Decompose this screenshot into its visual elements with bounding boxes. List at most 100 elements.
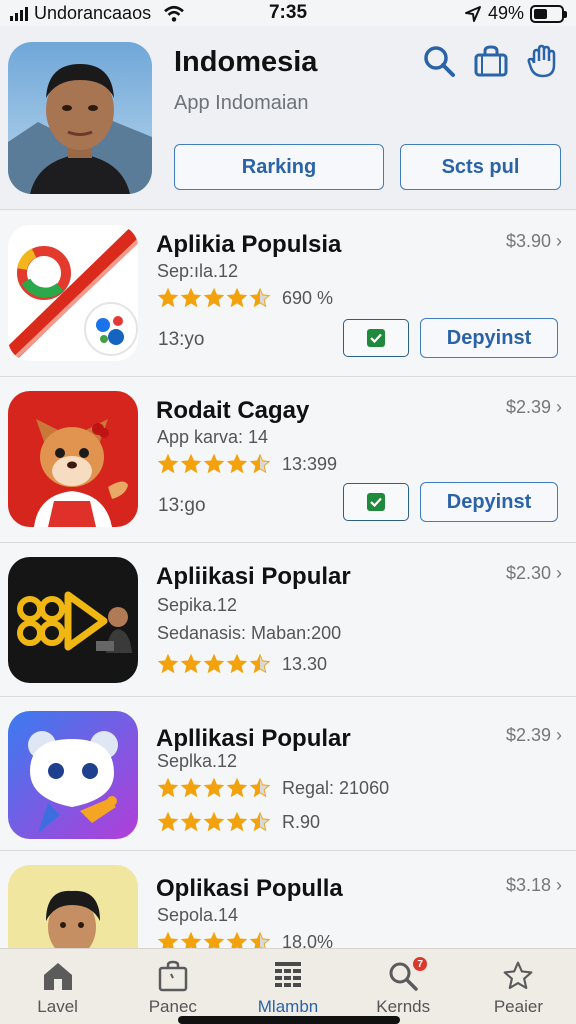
star-icon bbox=[226, 811, 248, 832]
app-name: Aplikia Populsia bbox=[156, 231, 342, 258]
star-icon bbox=[502, 959, 534, 993]
ranking-button[interactable]: Rarking bbox=[174, 144, 384, 190]
check-icon bbox=[367, 493, 385, 511]
update-time: 13:yo bbox=[158, 329, 205, 350]
hand-icon[interactable] bbox=[524, 42, 562, 80]
profile-avatar[interactable] bbox=[8, 42, 152, 194]
star-icon bbox=[249, 453, 271, 474]
wifi-icon bbox=[164, 5, 184, 22]
star-icon bbox=[226, 777, 248, 798]
search-icon: 7 bbox=[387, 957, 428, 993]
app-price: $2.30 › bbox=[505, 563, 562, 583]
location-icon bbox=[464, 5, 481, 22]
grid-icon bbox=[273, 959, 303, 993]
rating-text: Regal: 21060 bbox=[282, 777, 390, 798]
star-icon bbox=[157, 811, 179, 832]
tab-mlambn[interactable]: Mlambn bbox=[230, 949, 345, 1024]
notification-badge: 7 bbox=[413, 957, 428, 971]
status-right: 49% bbox=[464, 3, 567, 24]
installed-checkbox[interactable] bbox=[343, 319, 409, 357]
tab-bar: Lavel Panec Mlambn 7 Kernds Peaier bbox=[0, 948, 576, 1024]
star-icon bbox=[203, 287, 225, 308]
star-icon bbox=[226, 287, 248, 308]
rating-stars-secondary: R.90 bbox=[157, 811, 320, 833]
tab-kernds[interactable]: 7 Kernds bbox=[346, 949, 461, 1024]
home-indicator bbox=[178, 1016, 400, 1024]
list-item[interactable]: Apliikasi Popular $2.30 › Sepika.12 Seda… bbox=[0, 543, 576, 697]
rating-text: 13.30 bbox=[282, 653, 328, 674]
app-version: App karva: 14 bbox=[157, 427, 269, 447]
install-button[interactable]: Depyinst bbox=[420, 318, 558, 358]
person-photo-icon bbox=[8, 865, 138, 951]
check-icon bbox=[367, 329, 385, 347]
star-icon bbox=[249, 653, 271, 674]
color-swirl-icon bbox=[8, 225, 138, 361]
play-video-icon bbox=[8, 557, 138, 683]
tab-label: Mlambn bbox=[257, 997, 319, 1016]
star-icon bbox=[226, 653, 248, 674]
rating-text: 690 % bbox=[282, 287, 334, 308]
tab-label: Peaier bbox=[493, 997, 543, 1016]
signal-icon bbox=[10, 6, 28, 21]
rating-text: R.90 bbox=[282, 811, 321, 832]
bag-icon bbox=[157, 959, 189, 993]
home-icon bbox=[41, 959, 75, 993]
shopping-bag-icon[interactable] bbox=[472, 42, 510, 80]
star-icon bbox=[203, 811, 225, 832]
app-price: $2.39 › bbox=[505, 725, 562, 745]
fox-mascot-icon bbox=[8, 391, 138, 527]
update-time: 13:go bbox=[158, 495, 206, 516]
app-price: $2.39 › bbox=[505, 397, 562, 417]
star-icon bbox=[203, 777, 225, 798]
tab-label: Panec bbox=[148, 997, 197, 1016]
installed-checkbox[interactable] bbox=[343, 483, 409, 521]
tab-peaier[interactable]: Peaier bbox=[461, 949, 576, 1024]
app-version: Sepola.14 bbox=[157, 905, 239, 925]
app-name: Rodait Cagay bbox=[156, 397, 310, 424]
star-icon bbox=[180, 453, 202, 474]
star-icon bbox=[180, 777, 202, 798]
app-version: Sepika.12 bbox=[157, 595, 238, 615]
star-icon bbox=[203, 653, 225, 674]
page-subtitle: App Indomaian bbox=[174, 92, 309, 114]
rating-stars: 13.30 bbox=[157, 653, 327, 675]
list-item[interactable]: Aplikia Populsia $3.90 › Sep:ıla.12 690 … bbox=[0, 211, 576, 377]
rating-text: 13:399 bbox=[282, 453, 338, 474]
star-icon bbox=[249, 777, 271, 798]
list-item[interactable]: Rodait Cagay $2.39 › App karva: 14 13:39… bbox=[0, 377, 576, 543]
battery-icon bbox=[530, 4, 567, 23]
battery-percent: 49% bbox=[487, 3, 524, 23]
star-icon bbox=[180, 287, 202, 308]
star-icon bbox=[157, 777, 179, 798]
star-icon bbox=[180, 811, 202, 832]
app-version: Sep:ıla.12 bbox=[157, 261, 239, 281]
star-icon bbox=[203, 453, 225, 474]
profile-header: Indomesia App Indomaian Rarking Scts pul bbox=[0, 26, 576, 210]
app-price: $3.18 › bbox=[505, 875, 562, 895]
star-icon bbox=[249, 287, 271, 308]
install-button[interactable]: Depyinst bbox=[420, 482, 558, 522]
tab-label: Lavel bbox=[37, 997, 78, 1016]
rating-stars: Regal: 21060 bbox=[157, 777, 389, 799]
tab-panec[interactable]: Panec bbox=[115, 949, 230, 1024]
app-name: Oplikasi Populla bbox=[156, 875, 343, 902]
list-item[interactable]: Oplikasi Populla $3.18 › Sepola.14 18.0% bbox=[0, 851, 576, 951]
sort-button[interactable]: Scts pul bbox=[400, 144, 561, 190]
star-icon bbox=[157, 453, 179, 474]
app-name: Apllikasi Popular bbox=[156, 725, 351, 752]
tab-lavel[interactable]: Lavel bbox=[0, 949, 115, 1024]
rating-stars: 13:399 bbox=[157, 453, 337, 475]
app-downloads: Sedanasis: Maban:200 bbox=[157, 623, 342, 643]
header-actions bbox=[420, 42, 562, 80]
app-price: $3.90 › bbox=[505, 231, 562, 251]
star-icon bbox=[157, 653, 179, 674]
star-icon bbox=[226, 453, 248, 474]
carrier-label: Undorancaaos bbox=[34, 3, 152, 23]
search-icon[interactable] bbox=[420, 42, 458, 80]
status-left: Undorancaaos bbox=[10, 3, 185, 24]
page-title: Indomesia bbox=[174, 46, 318, 78]
tab-label: Kernds bbox=[376, 997, 431, 1016]
app-name: Apliikasi Popular bbox=[156, 563, 351, 590]
rating-stars: 690 % bbox=[157, 287, 333, 309]
list-item[interactable]: Apllikasi Popular $2.39 › Seplka.12 Rega… bbox=[0, 697, 576, 851]
